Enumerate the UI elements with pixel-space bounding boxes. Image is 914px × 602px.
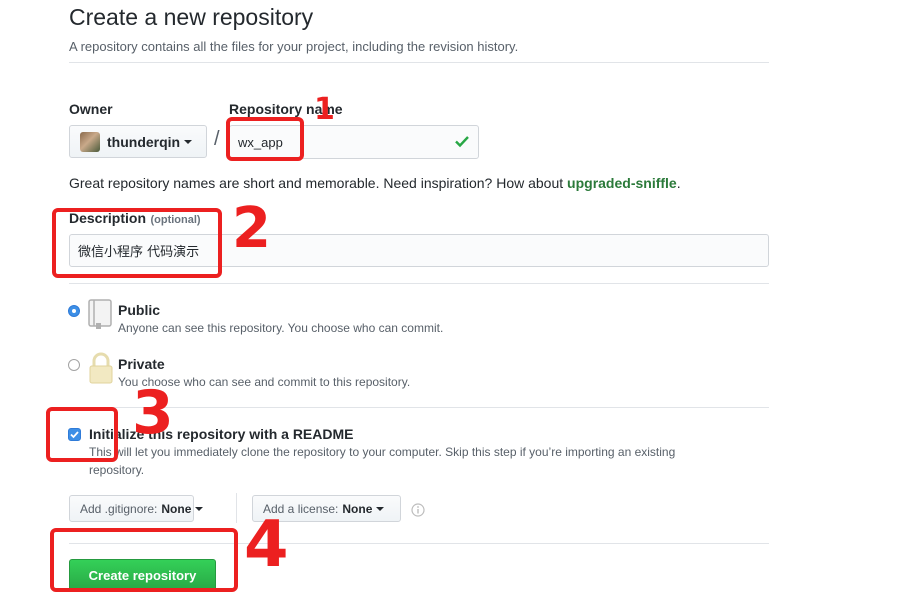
- annotation-number-1: 1: [314, 92, 335, 127]
- chevron-down-icon: [195, 506, 204, 511]
- name-suggestion: Great repository names are short and mem…: [69, 175, 681, 191]
- owner-select[interactable]: thunderqin: [69, 125, 207, 158]
- private-label: Private: [118, 356, 165, 372]
- gitignore-value: None: [161, 501, 192, 516]
- init-readme-label: Initialize this repository with a README: [89, 426, 354, 442]
- divider: [69, 407, 769, 408]
- gitignore-prefix: Add .gitignore:: [80, 501, 158, 516]
- suggestion-suffix: .: [676, 175, 681, 191]
- suggested-name-link[interactable]: upgraded-sniffle: [567, 175, 677, 191]
- annotation-number-2: 2: [232, 196, 271, 261]
- license-value: None: [342, 501, 373, 516]
- owner-label: Owner: [69, 101, 113, 117]
- info-icon[interactable]: [411, 503, 425, 522]
- annotation-box-description: [52, 208, 222, 278]
- annotation-number-3: 3: [132, 378, 174, 448]
- owner-repo-separator: /: [214, 128, 220, 150]
- page-title: Create a new repository: [69, 4, 314, 30]
- divider: [69, 62, 769, 63]
- divider: [69, 283, 769, 284]
- check-icon: [454, 133, 470, 152]
- chevron-down-icon: [376, 506, 385, 511]
- public-radio[interactable]: [68, 305, 80, 317]
- annotation-box-readme: [46, 407, 118, 462]
- book-icon: [88, 299, 112, 334]
- gitignore-select[interactable]: Add .gitignore: None: [69, 495, 204, 522]
- public-description: Anyone can see this repository. You choo…: [118, 321, 444, 335]
- annotation-box-create: [50, 528, 238, 592]
- annotation-number-4: 4: [244, 508, 289, 582]
- public-label: Public: [118, 302, 161, 318]
- lock-icon: [88, 352, 114, 389]
- owner-username: thunderqin: [107, 133, 181, 150]
- avatar: [80, 131, 100, 152]
- suggestion-prefix: Great repository names are short and mem…: [69, 175, 568, 191]
- chevron-down-icon: [184, 139, 193, 144]
- init-readme-description-cont: repository.: [89, 463, 145, 477]
- annotation-box-repo-name: [226, 117, 304, 161]
- private-radio[interactable]: [68, 359, 80, 371]
- page-subtitle: A repository contains all the files for …: [69, 39, 519, 54]
- init-readme-description: This will let you immediately clone the …: [89, 445, 676, 459]
- vertical-divider: [236, 493, 237, 523]
